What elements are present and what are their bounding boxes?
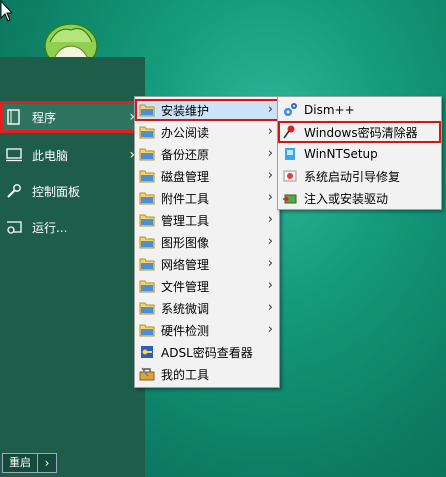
menu-item-system-tweaks[interactable]: 系统微调 › <box>135 297 279 319</box>
pin-icon <box>282 124 298 140</box>
chevron-right-icon: › <box>267 278 273 293</box>
start-menu: 程序 › 此电脑 › 控制面板 运行... 重启 › <box>0 57 145 477</box>
start-menu-item-label: 运行... <box>32 220 68 235</box>
menu-item-adsl-password-viewer[interactable]: ADSL密码查看器 <box>135 341 279 363</box>
menu-item-office-reading[interactable]: 办公阅读 › <box>135 121 279 143</box>
menu-item-label: 安装维护 <box>161 103 210 118</box>
start-menu-item-this-pc[interactable]: 此电脑 › <box>0 139 145 171</box>
folder-icon <box>139 168 155 184</box>
menu-item-label: 备份还原 <box>161 147 210 162</box>
menu-item-install-driver[interactable]: 注入或安装驱动 <box>278 187 441 209</box>
start-menu-item-programs[interactable]: 程序 › <box>0 101 145 133</box>
chevron-right-icon: › <box>267 146 273 161</box>
menu-item-backup-restore[interactable]: 备份还原 › <box>135 143 279 165</box>
menu-item-file-management[interactable]: 文件管理 › <box>135 275 279 297</box>
restart-button[interactable]: 重启 <box>2 453 38 473</box>
restart-control: 重启 › <box>2 453 57 473</box>
menu-item-accessories[interactable]: 附件工具 › <box>135 187 279 209</box>
power-options-arrow-button[interactable]: › <box>38 453 57 473</box>
chevron-right-icon: › <box>267 212 273 227</box>
menu-item-boot-repair[interactable]: 系统启动引导修复 <box>278 165 441 187</box>
programs-icon <box>6 109 22 125</box>
programs-submenu: 安装维护 › 办公阅读 › 备份还原 › 磁盘管理 › 附件工具 › 管理工具 … <box>134 96 280 388</box>
menu-item-label: Windows密码清除器 <box>304 125 418 140</box>
folder-icon <box>139 322 155 338</box>
menu-item-label: 图形图像 <box>161 235 210 250</box>
menu-item-label: Dism++ <box>304 103 355 117</box>
menu-item-hardware-detection[interactable]: 硬件检测 › <box>135 319 279 341</box>
menu-item-label: 网络管理 <box>161 257 210 272</box>
folder-icon <box>139 278 155 294</box>
menu-item-label: 系统启动引导修复 <box>304 169 401 184</box>
menu-item-label: 文件管理 <box>161 279 210 294</box>
menu-item-label: 管理工具 <box>161 213 210 228</box>
menu-item-label: 注入或安装驱动 <box>304 191 389 206</box>
chevron-right-icon: › <box>267 102 273 117</box>
chevron-right-icon: › <box>267 168 273 183</box>
folder-icon <box>139 146 155 162</box>
boot-repair-icon <box>282 168 298 184</box>
folder-icon <box>139 256 155 272</box>
folder-icon <box>139 212 155 228</box>
menu-item-graphics[interactable]: 图形图像 › <box>135 231 279 253</box>
driver-icon <box>282 190 298 206</box>
start-menu-item-label: 程序 <box>32 110 57 125</box>
start-menu-item-label: 此电脑 <box>32 148 69 163</box>
toolbox-icon <box>139 366 155 382</box>
folder-icon <box>139 124 155 140</box>
menu-item-dism[interactable]: Dism++ <box>278 99 441 121</box>
install-maintain-submenu: Dism++ Windows密码清除器 WinNTSetup 系统启动引导修复 … <box>277 96 442 210</box>
wrench-icon <box>6 183 22 199</box>
key-tool-icon <box>139 344 155 360</box>
start-menu-item-control-panel[interactable]: 控制面板 <box>0 175 145 207</box>
chevron-right-icon: › <box>267 190 273 205</box>
mouse-cursor-icon <box>0 0 12 22</box>
folder-icon <box>139 102 155 118</box>
menu-item-disk-management[interactable]: 磁盘管理 › <box>135 165 279 187</box>
menu-item-label: ADSL密码查看器 <box>161 345 253 360</box>
menu-item-label: 硬件检测 <box>161 323 210 338</box>
menu-item-label: 系统微调 <box>161 301 210 316</box>
menu-item-winntsetup[interactable]: WinNTSetup <box>278 143 441 165</box>
menu-item-label: 附件工具 <box>161 191 210 206</box>
setup-icon <box>282 146 298 162</box>
start-menu-item-label: 控制面板 <box>32 184 81 199</box>
menu-item-label: WinNTSetup <box>304 147 378 161</box>
start-menu-item-run[interactable]: 运行... <box>0 211 145 243</box>
computer-icon <box>6 147 22 163</box>
menu-item-label: 我的工具 <box>161 367 210 382</box>
menu-item-network[interactable]: 网络管理 › <box>135 253 279 275</box>
gears-icon <box>282 102 298 118</box>
menu-item-admin-tools[interactable]: 管理工具 › <box>135 209 279 231</box>
menu-item-label: 办公阅读 <box>161 125 210 140</box>
menu-item-label: 磁盘管理 <box>161 169 210 184</box>
chevron-right-icon: › <box>267 124 273 139</box>
chevron-right-icon: › <box>267 300 273 315</box>
menu-item-install-maintain[interactable]: 安装维护 › <box>135 99 279 121</box>
chevron-right-icon: › <box>267 322 273 337</box>
folder-icon <box>139 234 155 250</box>
run-icon <box>6 219 22 235</box>
folder-icon <box>139 300 155 316</box>
menu-item-my-tools[interactable]: 我的工具 <box>135 363 279 385</box>
menu-item-windows-password-cleaner[interactable]: Windows密码清除器 <box>278 121 441 143</box>
chevron-right-icon: › <box>267 256 273 271</box>
folder-icon <box>139 190 155 206</box>
chevron-right-icon: › <box>267 234 273 249</box>
